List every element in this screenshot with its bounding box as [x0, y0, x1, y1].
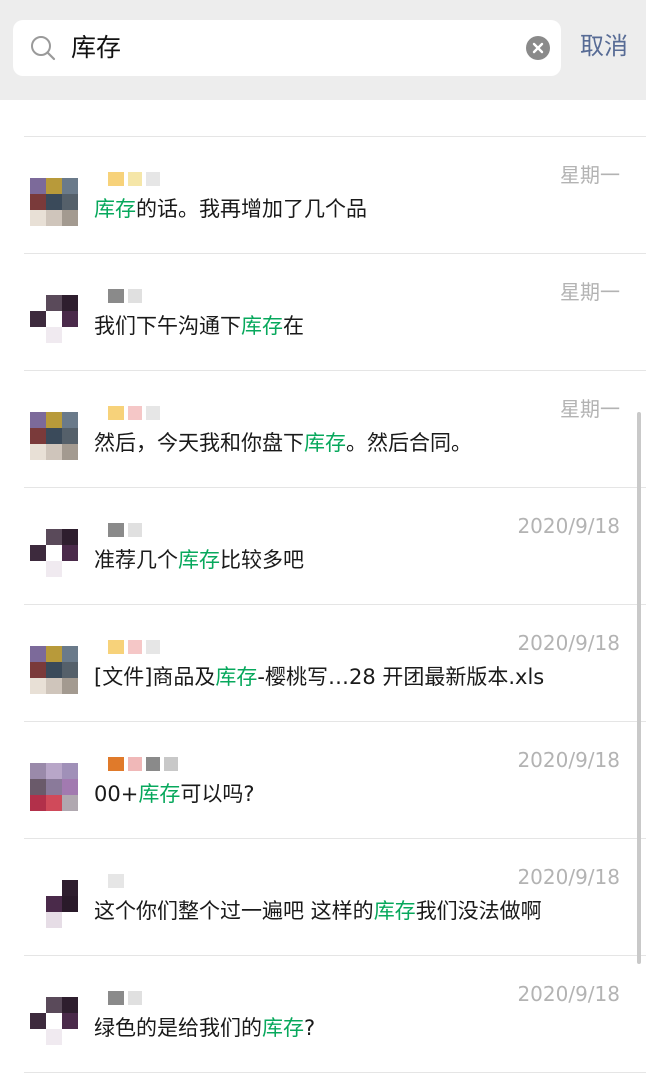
- message-time: 星期一: [560, 163, 620, 187]
- clear-icon[interactable]: [526, 36, 550, 60]
- snippet-before: 00+: [94, 782, 139, 806]
- message-snippet: 然后，今天我和你盘下库存。然后合同。: [94, 428, 472, 458]
- row-divider: [24, 370, 646, 371]
- contact-name-redacted: [108, 406, 164, 420]
- message-snippet: 库存的话。我再增加了几个品: [94, 194, 367, 224]
- row-divider: [24, 604, 646, 605]
- search-input[interactable]: 库存: [13, 20, 561, 76]
- snippet-after: 我们没法做啊: [415, 899, 542, 923]
- contact-name-redacted: [108, 991, 146, 1005]
- cancel-button[interactable]: 取消: [580, 30, 628, 62]
- message-time: 2020/9/18: [517, 982, 620, 1006]
- snippet-highlight: 库存: [178, 548, 220, 572]
- contact-name-redacted: [108, 640, 164, 654]
- avatar[interactable]: [30, 295, 78, 343]
- result-row[interactable]: 2020/9/18 这个你们整个过一遍吧 这样的库存我们没法做啊: [0, 838, 646, 955]
- result-row[interactable]: 星期一我们下午沟通下库存在: [0, 253, 646, 370]
- snippet-before: 绿色的是给我们的: [94, 1016, 262, 1040]
- message-time: 2020/9/18: [517, 631, 620, 655]
- result-row[interactable]: 星期一然后，今天我和你盘下库存。然后合同。: [0, 370, 646, 487]
- snippet-highlight: 库存: [304, 431, 346, 455]
- result-row[interactable]: 2020/9/18 [文件]商品及库存-樱桃写…28 开团最新版本.xls: [0, 604, 646, 721]
- contact-name-redacted: [108, 289, 146, 303]
- snippet-before: 这个你们整个过一遍吧 这样的: [94, 899, 374, 923]
- result-row[interactable]: 星期一库存的话。我再增加了几个品: [0, 136, 646, 253]
- avatar[interactable]: [30, 997, 78, 1045]
- snippet-before: [文件]商品及: [94, 665, 216, 689]
- message-snippet: [文件]商品及库存-樱桃写…28 开团最新版本.xls: [94, 662, 544, 692]
- avatar[interactable]: [30, 412, 78, 460]
- row-divider: [24, 838, 646, 839]
- snippet-after: ?: [304, 1016, 316, 1040]
- message-snippet: 我们下午沟通下库存在: [94, 311, 304, 341]
- search-icon: [29, 34, 57, 62]
- message-time: 2020/9/18: [517, 748, 620, 772]
- snippet-highlight: 库存: [138, 782, 181, 806]
- snippet-before: 我们下午沟通下: [94, 314, 241, 338]
- snippet-highlight: 库存: [373, 899, 416, 923]
- row-divider: [24, 136, 646, 137]
- row-divider: [24, 1072, 646, 1073]
- avatar[interactable]: [30, 763, 78, 811]
- snippet-highlight: 库存: [215, 665, 258, 689]
- message-snippet: 00+库存可以吗?: [94, 779, 254, 809]
- message-snippet: 这个你们整个过一遍吧 这样的库存我们没法做啊: [94, 896, 542, 926]
- search-bar: 库存 取消: [0, 0, 646, 100]
- message-time: 2020/9/18: [517, 865, 620, 889]
- avatar[interactable]: [30, 529, 78, 577]
- snippet-after: -樱桃写…28 开团最新版本.xls: [257, 665, 545, 689]
- snippet-before: 准荐几个: [94, 548, 178, 572]
- contact-name-redacted: [108, 874, 128, 888]
- result-row[interactable]: 2020/9/18 绿色的是给我们的库存?: [0, 955, 646, 1072]
- avatar[interactable]: [30, 646, 78, 694]
- message-time: 星期一: [560, 280, 620, 304]
- row-divider: [24, 721, 646, 722]
- message-time: 2020/9/18: [517, 514, 620, 538]
- snippet-after: 可以吗?: [180, 782, 255, 806]
- snippet-after: 的话。我再增加了几个品: [136, 197, 367, 221]
- result-row[interactable]: 2020/9/18 00+库存可以吗?: [0, 721, 646, 838]
- row-divider: [24, 487, 646, 488]
- snippet-highlight: 库存: [262, 1016, 304, 1040]
- result-row[interactable]: 2020/9/18 准荐几个库存比较多吧: [0, 487, 646, 604]
- row-divider: [24, 253, 646, 254]
- snippet-after: 。然后合同。: [346, 431, 472, 455]
- contact-name-redacted: [108, 172, 164, 186]
- avatar[interactable]: [30, 178, 78, 226]
- snippet-before: 然后，今天我和你盘下: [94, 431, 304, 455]
- contact-name-redacted: [108, 757, 182, 771]
- scrollbar[interactable]: [637, 412, 641, 964]
- message-snippet: 准荐几个库存比较多吧: [94, 545, 304, 575]
- avatar[interactable]: [30, 880, 78, 928]
- message-time: 星期一: [560, 397, 620, 421]
- row-divider: [24, 955, 646, 956]
- snippet-highlight: 库存: [94, 197, 136, 221]
- message-snippet: 绿色的是给我们的库存?: [94, 1013, 315, 1043]
- search-query-text[interactable]: 库存: [71, 32, 121, 64]
- snippet-after: 比较多吧: [220, 548, 304, 572]
- snippet-after: 在: [283, 314, 304, 338]
- contact-name-redacted: [108, 523, 146, 537]
- snippet-highlight: 库存: [241, 314, 283, 338]
